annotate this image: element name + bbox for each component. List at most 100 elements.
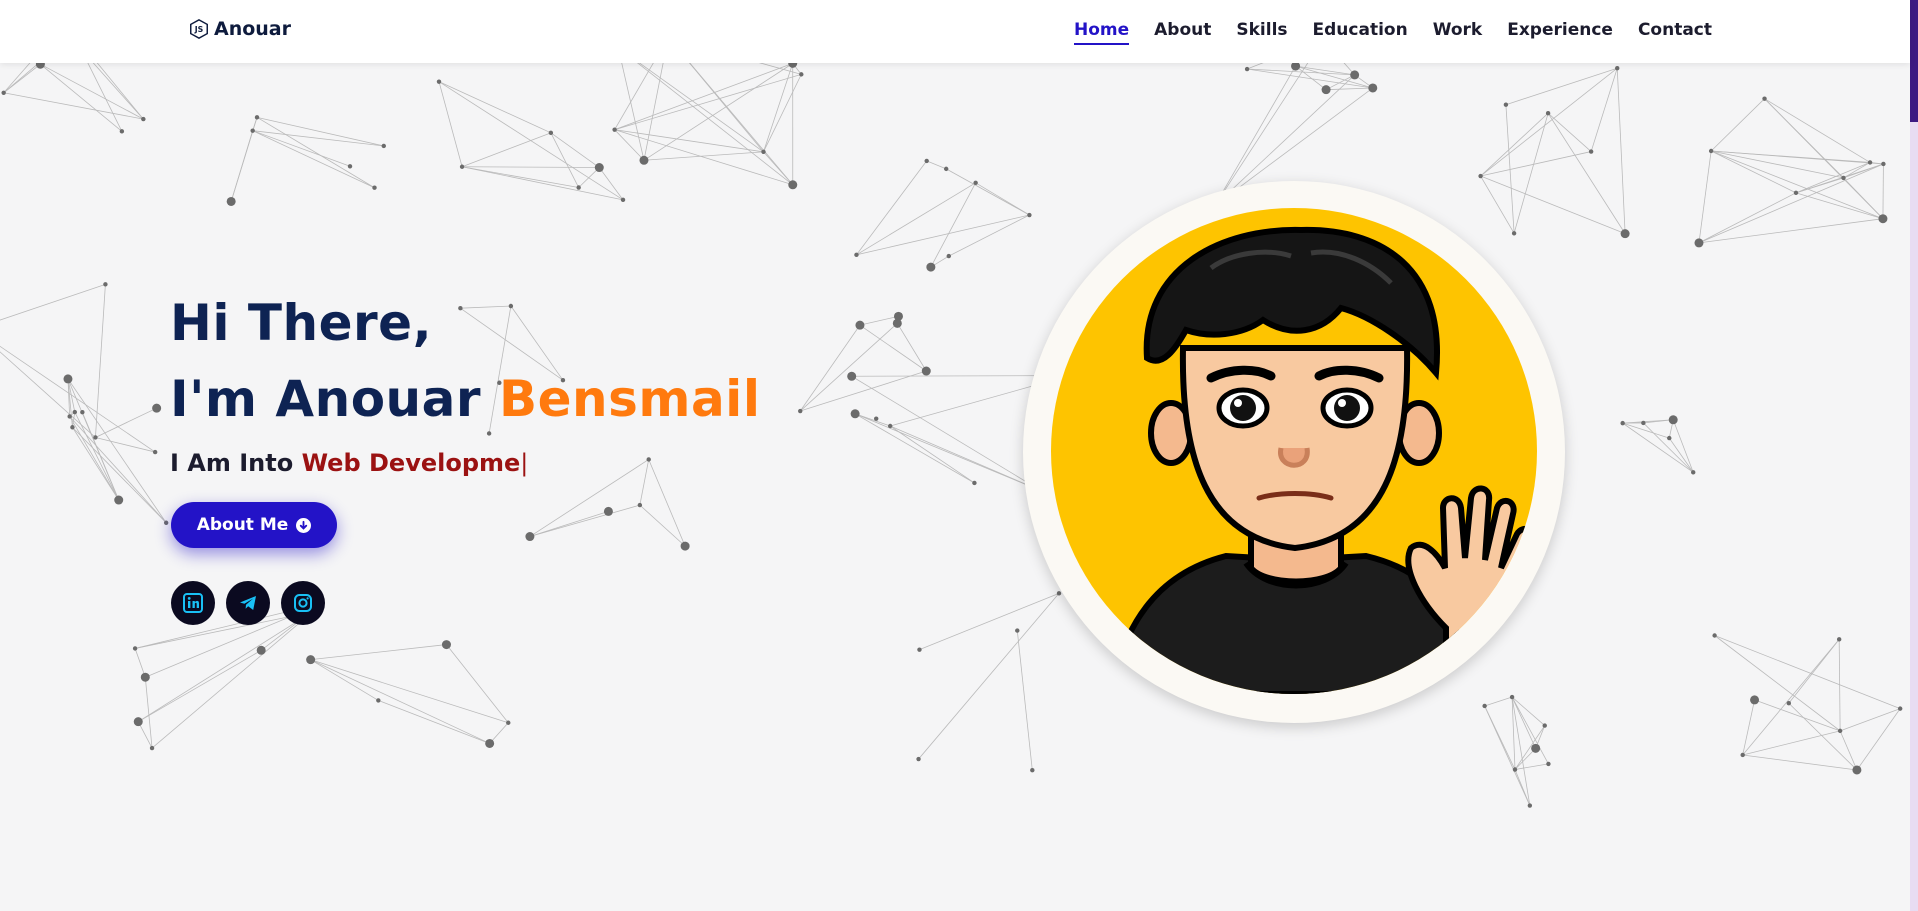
arrow-down-circle-icon	[296, 517, 312, 533]
network-line	[69, 416, 167, 524]
network-line	[614, 63, 793, 131]
network-line	[948, 214, 1030, 257]
network-line	[854, 413, 975, 484]
network-line	[1668, 437, 1694, 473]
brand-logo[interactable]: JS Anouar	[188, 18, 291, 40]
network-node	[799, 72, 804, 77]
network-line	[310, 659, 379, 701]
network-node	[1852, 765, 1862, 775]
network-node	[226, 196, 236, 206]
network-node	[1881, 161, 1886, 167]
network-node	[1531, 743, 1541, 753]
scrollbar-thumb[interactable]	[1910, 0, 1918, 122]
network-node	[70, 425, 75, 430]
network-line	[1714, 635, 1901, 709]
greeting-line1: Hi There,	[170, 294, 433, 352]
network-node	[680, 541, 690, 551]
network-node	[1641, 420, 1646, 426]
nav-skills[interactable]: Skills	[1236, 20, 1287, 45]
instagram-link[interactable]	[281, 581, 325, 625]
nav-work[interactable]: Work	[1433, 20, 1483, 45]
nav-experience[interactable]: Experience	[1507, 20, 1613, 45]
network-line	[1622, 422, 1694, 473]
network-line	[310, 659, 490, 744]
network-line	[138, 649, 262, 723]
linkedin-link[interactable]	[171, 581, 215, 625]
network-node	[256, 645, 266, 655]
greeting-line2-prefix: I'm Anouar	[170, 370, 499, 428]
network-node	[250, 128, 255, 133]
network-node	[1837, 728, 1843, 734]
social-links	[171, 581, 325, 625]
network-line	[598, 167, 624, 201]
page-scrollbar[interactable]	[1910, 0, 1918, 911]
network-line	[1742, 730, 1841, 756]
network-node	[152, 449, 158, 455]
svg-text:JS: JS	[194, 25, 204, 34]
telegram-link[interactable]	[226, 581, 270, 625]
network-line	[1698, 192, 1797, 244]
network-line	[926, 160, 947, 170]
network-line	[1754, 699, 1841, 732]
network-node	[943, 166, 949, 172]
nodejs-icon: JS	[190, 18, 208, 40]
network-node	[306, 655, 316, 665]
network-node	[254, 115, 260, 120]
network-node	[1694, 238, 1704, 248]
network-line	[3, 63, 31, 94]
network-line	[0, 345, 156, 453]
nav-home[interactable]: Home	[1073, 20, 1130, 45]
network-node	[149, 745, 155, 751]
network-line	[95, 437, 156, 453]
nav-links: Home About Skills Education Work Experie…	[1073, 20, 1712, 45]
network-line	[1513, 113, 1549, 234]
network-line	[643, 151, 764, 161]
network-line	[92, 63, 144, 120]
network-node	[893, 311, 903, 321]
network-node	[548, 130, 554, 136]
avatar	[1051, 208, 1537, 694]
network-line	[1514, 725, 1546, 770]
network-node	[1620, 229, 1630, 239]
network-line	[859, 315, 899, 326]
network-node	[381, 143, 386, 149]
network-line	[138, 611, 313, 723]
network-node	[1482, 703, 1487, 709]
network-node	[1511, 231, 1517, 236]
network-node	[637, 502, 643, 508]
network-node	[67, 414, 72, 419]
avatar-frame	[1023, 181, 1565, 723]
nav-education[interactable]: Education	[1313, 20, 1408, 45]
network-node	[63, 374, 73, 384]
network-line	[1484, 696, 1513, 707]
network-node	[80, 410, 85, 415]
network-node	[1350, 70, 1360, 80]
network-line	[0, 351, 96, 438]
network-line	[1590, 68, 1618, 152]
network-line	[763, 63, 794, 152]
network-node	[1509, 694, 1515, 700]
network-line	[1710, 98, 1765, 152]
about-me-button[interactable]: About Me	[171, 502, 337, 548]
network-node	[639, 155, 649, 165]
network-line	[1839, 730, 1858, 771]
network-line	[758, 63, 802, 75]
network-node	[133, 717, 143, 727]
network-line	[550, 132, 580, 188]
instagram-icon	[294, 594, 312, 612]
nav-contact[interactable]: Contact	[1638, 20, 1712, 45]
network-node	[1793, 190, 1799, 196]
network-node	[576, 185, 581, 190]
network-node	[72, 409, 77, 415]
nav-about[interactable]: About	[1154, 20, 1211, 45]
network-node	[1545, 111, 1551, 116]
greeting-name-highlight: Bensmail	[498, 370, 761, 428]
network-node	[152, 403, 162, 413]
network-node	[1478, 173, 1483, 179]
network-line	[1698, 150, 1712, 243]
network-line	[1547, 112, 1592, 152]
network-line	[763, 74, 802, 153]
network-line	[856, 214, 1030, 256]
network-line	[1480, 175, 1626, 235]
network-line	[378, 700, 490, 744]
